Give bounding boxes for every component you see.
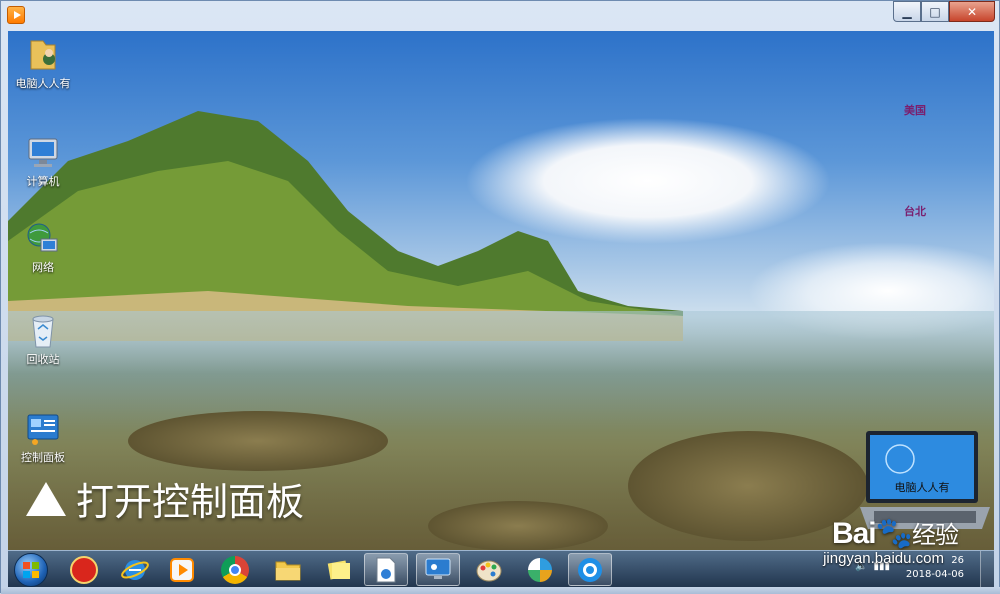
taskbar-file-explorer[interactable] [266,553,310,586]
desktop-icon-control-panel[interactable]: 控制面板 [8,411,78,465]
desktop-icon-label: 回收站 [26,353,60,366]
desktop-icon-computer[interactable]: 计算机 [8,135,78,189]
watermark-brand: Bai [831,517,877,550]
desktop-icon-recycle-bin[interactable]: 回收站 [8,313,78,367]
taskbar-browser[interactable] [568,553,612,586]
paw-icon: 🐾 [875,517,913,550]
minimize-button[interactable]: ▁ [893,1,921,22]
taskbar-media-player[interactable] [160,553,204,586]
desktop-icon-label: 网络 [32,261,54,274]
network-icon [27,223,58,252]
wallpaper-rock [128,411,388,471]
taskbar-pinwheel[interactable] [518,553,562,586]
wallpaper-mountain [8,111,683,341]
desktop-icon-label: 计算机 [26,175,60,188]
map-label-taipei: 台北 [904,205,926,218]
desktop-area[interactable]: 电脑人人有 计算机 网络 回收站 控制面板 美国 台北 打开控制面板 电脑人人有… [8,31,994,550]
laptop-screen-text: 电脑人人有 [895,480,950,494]
taskbar-chrome[interactable] [213,553,257,586]
remote-desktop-icon [425,558,451,579]
watermark-url: jingyan.baidu.com [823,550,944,567]
desktop-icon-user-folder[interactable]: 电脑人人有 [8,37,78,91]
map-label-usa: 美国 [904,104,926,117]
sticky-notes-icon [327,560,350,579]
control-panel-icon [27,414,59,445]
desktop-icon-label: 控制面板 [21,451,65,464]
close-button[interactable]: ✕ [949,1,995,22]
show-desktop-button[interactable] [980,551,994,588]
wallpaper-rock [428,501,608,550]
taskbar-paint[interactable] [467,553,511,586]
start-button[interactable] [14,553,48,587]
taskbar-remote-desktop[interactable] [416,553,460,586]
paint-icon [476,560,502,581]
user-folder-icon [30,40,56,70]
internet-explorer-icon [121,559,149,580]
pinwheel-icon [528,557,552,582]
taskbar-sticky-notes[interactable] [317,553,361,586]
window-controls: ▁ □ ✕ [893,1,995,22]
browser-circle-icon [578,557,602,582]
taskbar-document[interactable] [364,553,408,586]
watermark-brand-suffix: 经验 [912,522,959,549]
desktop-icon-label: 电脑人人有 [15,77,71,90]
chrome-icon [221,555,249,584]
triangle-icon [26,481,66,516]
instruction-caption: 打开控制面板 [26,471,304,526]
clock-date: 2018-04-06 [905,569,964,580]
computer-icon [28,138,58,167]
taskbar-chinese-chess[interactable] [62,553,106,586]
recycle-bin-icon [32,315,54,348]
media-player-icon [170,557,194,582]
app-window: ▁ □ ✕ 电脑人人有 计算机 网络 回收站 控制面板 美国 台北 打开控制面板… [0,0,1000,594]
maximize-button[interactable]: □ [921,1,949,22]
media-player-icon[interactable] [7,6,25,24]
baidu-watermark: Bai🐾经验 [831,515,959,550]
file-explorer-icon [275,561,301,580]
title-bar[interactable]: ▁ □ ✕ [1,1,1000,29]
taskbar-internet-explorer[interactable] [113,553,157,586]
document-icon [376,557,396,582]
caption-text: 打开控制面板 [76,480,305,524]
desktop-icon-network[interactable]: 网络 [8,221,78,275]
windows-logo-icon [23,562,39,578]
chinese-chess-icon [70,555,98,584]
